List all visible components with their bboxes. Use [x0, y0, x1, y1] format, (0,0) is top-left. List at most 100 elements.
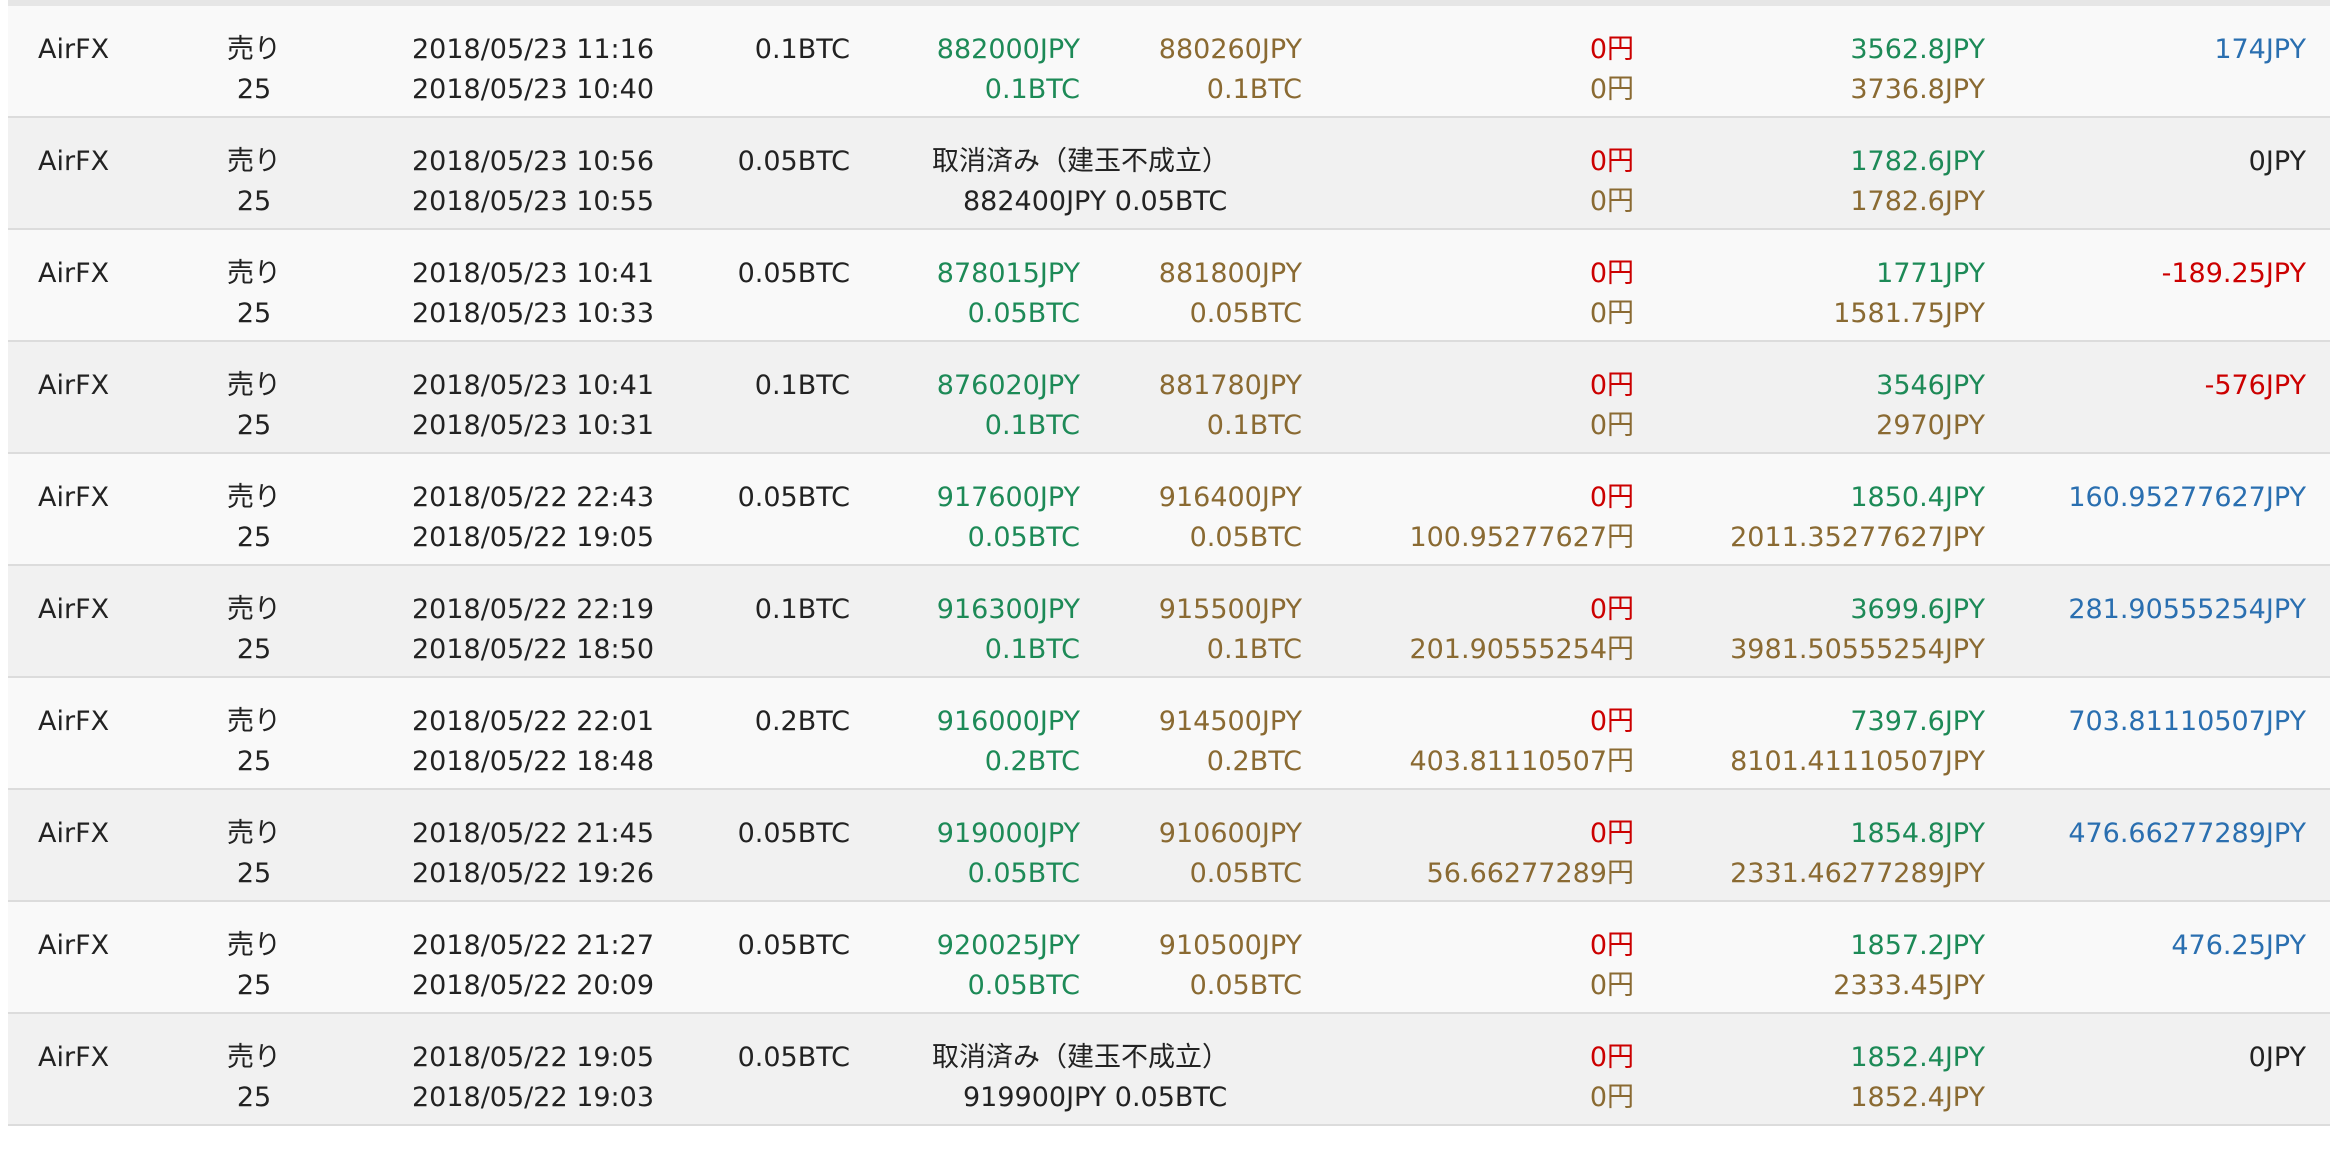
close-quantity: 0.1BTC	[984, 634, 1080, 665]
open-time: 2018/05/23 10:55	[412, 186, 655, 217]
swap-value: 0円	[1589, 186, 1634, 217]
open-time: 2018/05/22 19:03	[412, 1082, 655, 1113]
swap-value: 0円	[1589, 970, 1634, 1001]
close-time: 2018/05/22 21:27	[412, 930, 655, 961]
margin-close: 1857.2JPY	[1850, 930, 1985, 961]
open-time: 2018/05/23 10:31	[412, 410, 655, 441]
exchange-name: AirFX	[38, 34, 110, 65]
table-row[interactable]: AirFX 売り 25 2018/05/22 21:27 2018/05/22 …	[8, 902, 2330, 1014]
margin-open: 1782.6JPY	[1850, 186, 1985, 217]
close-time: 2018/05/23 10:41	[412, 370, 655, 401]
cancelled-order-detail: 919900JPY 0.05BTC	[963, 1082, 1228, 1113]
exchange-name: AirFX	[38, 1042, 110, 1073]
exchange-name: AirFX	[38, 818, 110, 849]
swap-value: 0円	[1589, 74, 1634, 105]
fee-value: 0円	[1589, 930, 1634, 961]
leverage: 25	[236, 858, 272, 889]
trade-side: 売り	[227, 146, 281, 177]
close-time: 2018/05/23 10:56	[412, 146, 655, 177]
table-row[interactable]: AirFX 売り 25 2018/05/22 22:19 2018/05/22 …	[8, 566, 2330, 678]
table-row[interactable]: AirFX 売り 25 2018/05/23 10:41 2018/05/23 …	[8, 230, 2330, 342]
open-price: 910600JPY	[1158, 818, 1302, 849]
margin-close: 1852.4JPY	[1850, 1042, 1985, 1073]
order-quantity: 0.05BTC	[737, 258, 850, 289]
close-time: 2018/05/23 10:41	[412, 258, 655, 289]
trade-side: 売り	[227, 34, 281, 65]
cancelled-order-detail: 882400JPY 0.05BTC	[963, 186, 1228, 217]
exchange-name: AirFX	[38, 930, 110, 961]
open-quantity: 0.1BTC	[1206, 74, 1302, 105]
profit-loss: 160.95277627JPY	[2068, 482, 2306, 513]
open-quantity: 0.05BTC	[1189, 858, 1302, 889]
open-quantity: 0.2BTC	[1206, 746, 1302, 777]
profit-loss: 0JPY	[2248, 146, 2306, 177]
open-quantity: 0.05BTC	[1189, 970, 1302, 1001]
profit-loss: 174JPY	[2214, 34, 2306, 65]
order-quantity: 0.1BTC	[754, 370, 850, 401]
close-price: 919000JPY	[936, 818, 1080, 849]
close-quantity: 0.05BTC	[967, 970, 1080, 1001]
margin-close: 1782.6JPY	[1850, 146, 1985, 177]
margin-open: 2333.45JPY	[1833, 970, 1985, 1001]
open-quantity: 0.1BTC	[1206, 410, 1302, 441]
open-price: 916400JPY	[1158, 482, 1302, 513]
close-quantity: 0.1BTC	[984, 410, 1080, 441]
leverage: 25	[236, 522, 272, 553]
open-quantity: 0.05BTC	[1189, 298, 1302, 329]
margin-close: 1854.8JPY	[1850, 818, 1985, 849]
margin-open: 2970JPY	[1876, 410, 1985, 441]
close-price: 878015JPY	[936, 258, 1080, 289]
leverage: 25	[236, 74, 272, 105]
close-price: 917600JPY	[936, 482, 1080, 513]
close-time: 2018/05/22 19:05	[412, 1042, 655, 1073]
open-price: 881800JPY	[1158, 258, 1302, 289]
close-time: 2018/05/23 11:16	[412, 34, 655, 65]
close-price: 920025JPY	[936, 930, 1080, 961]
margin-open: 1852.4JPY	[1850, 1082, 1985, 1113]
order-quantity: 0.05BTC	[737, 930, 850, 961]
close-quantity: 0.05BTC	[967, 522, 1080, 553]
order-quantity: 0.05BTC	[737, 818, 850, 849]
profit-loss: 281.90555254JPY	[2068, 594, 2306, 625]
trade-side: 売り	[227, 818, 281, 849]
open-quantity: 0.05BTC	[1189, 522, 1302, 553]
leverage: 25	[236, 634, 272, 665]
profit-loss: 703.81110507JPY	[2068, 706, 2306, 737]
open-price: 915500JPY	[1158, 594, 1302, 625]
open-time: 2018/05/23 10:33	[412, 298, 655, 329]
table-row[interactable]: AirFX 売り 25 2018/05/22 21:45 2018/05/22 …	[8, 790, 2330, 902]
table-row[interactable]: AirFX 売り 25 2018/05/22 19:05 2018/05/22 …	[8, 1014, 2330, 1126]
leverage: 25	[236, 410, 272, 441]
close-quantity: 0.2BTC	[984, 746, 1080, 777]
order-quantity: 0.2BTC	[754, 706, 850, 737]
exchange-name: AirFX	[38, 482, 110, 513]
close-quantity: 0.1BTC	[984, 74, 1080, 105]
order-quantity: 0.1BTC	[754, 594, 850, 625]
open-price: 881780JPY	[1158, 370, 1302, 401]
open-time: 2018/05/23 10:40	[412, 74, 655, 105]
exchange-name: AirFX	[38, 258, 110, 289]
table-row[interactable]: AirFX 売り 25 2018/05/23 10:41 2018/05/23 …	[8, 342, 2330, 454]
margin-close: 1771JPY	[1876, 258, 1985, 289]
profit-loss: 476.25JPY	[2171, 930, 2306, 961]
profit-loss: -576JPY	[2204, 370, 2306, 401]
margin-close: 3699.6JPY	[1850, 594, 1985, 625]
fee-value: 0円	[1589, 258, 1634, 289]
trade-side: 売り	[227, 482, 281, 513]
open-price: 910500JPY	[1158, 930, 1302, 961]
table-row[interactable]: AirFX 売り 25 2018/05/23 11:16 2018/05/23 …	[8, 6, 2330, 118]
swap-value: 0円	[1589, 410, 1634, 441]
table-row[interactable]: AirFX 売り 25 2018/05/22 22:01 2018/05/22 …	[8, 678, 2330, 790]
close-time: 2018/05/22 22:01	[412, 706, 655, 737]
table-row[interactable]: AirFX 売り 25 2018/05/22 22:43 2018/05/22 …	[8, 454, 2330, 566]
fee-value: 0円	[1589, 482, 1634, 513]
swap-value: 0円	[1589, 1082, 1634, 1113]
close-quantity: 0.05BTC	[967, 858, 1080, 889]
margin-open: 1581.75JPY	[1833, 298, 1985, 329]
profit-loss: 0JPY	[2248, 1042, 2306, 1073]
table-row[interactable]: AirFX 売り 25 2018/05/23 10:56 2018/05/23 …	[8, 118, 2330, 230]
margin-close: 1850.4JPY	[1850, 482, 1985, 513]
fee-value: 0円	[1589, 34, 1634, 65]
swap-value: 201.90555254円	[1409, 634, 1634, 665]
close-quantity: 0.05BTC	[967, 298, 1080, 329]
